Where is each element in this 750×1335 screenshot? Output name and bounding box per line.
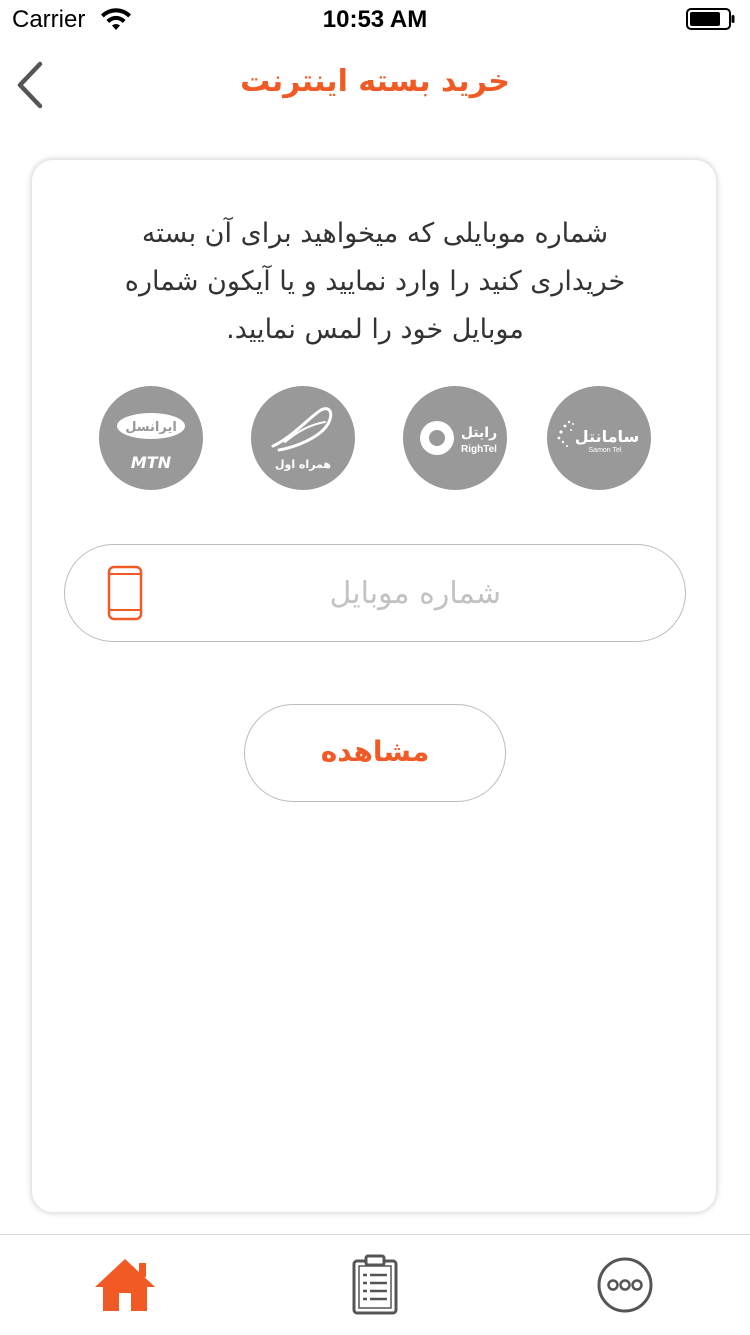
status-bar: Carrier 10:53 AM xyxy=(0,0,750,40)
svg-text:رایتل: رایتل xyxy=(461,425,497,441)
navigation-bar: خرید بسته اینترنت xyxy=(0,40,750,130)
svg-text:همراه اول: همراه اول xyxy=(275,458,331,471)
battery-icon xyxy=(686,8,736,30)
instruction-text: شماره موبایلی که میخواهید برای آن بسته خ… xyxy=(124,218,626,345)
more-dots-icon xyxy=(597,1257,653,1313)
view-button[interactable]: مشاهده xyxy=(244,704,506,802)
tab-more[interactable] xyxy=(593,1253,657,1317)
tab-home[interactable] xyxy=(93,1253,157,1317)
clipboard-list-icon xyxy=(352,1254,398,1315)
operator-irancell-button[interactable]: ایرانسل MTN xyxy=(99,386,203,490)
tab-orders[interactable] xyxy=(343,1253,407,1317)
svg-text:RighTel: RighTel xyxy=(461,444,497,455)
samantel-logo-icon: سامانتل Samon Tel xyxy=(557,420,639,454)
mobile-number-field[interactable] xyxy=(64,544,686,642)
page-title: خرید بسته اینترنت xyxy=(240,64,510,99)
home-icon xyxy=(95,1259,155,1311)
bottom-tab-bar xyxy=(0,1234,750,1335)
svg-text:ایرانسل: ایرانسل xyxy=(125,420,177,435)
rightel-logo-icon: رایتل RighTel xyxy=(420,421,497,455)
package-purchase-card: شماره موبایلی که میخواهید برای آن بسته خ… xyxy=(31,159,717,1213)
clock-time: 10:53 AM xyxy=(322,6,428,33)
mobile-number-input[interactable] xyxy=(185,567,503,619)
svg-text:سامانتل: سامانتل xyxy=(575,427,639,446)
operator-rightel-button[interactable]: رایتل RighTel xyxy=(403,386,507,490)
svg-text:MTN: MTN xyxy=(131,453,172,472)
operator-hamrah-aval-button[interactable]: همراه اول xyxy=(251,386,355,490)
operator-list: ایرانسل MTN همراه اول رایتل RighTel ساما… xyxy=(32,386,718,492)
svg-text:Samon Tel: Samon Tel xyxy=(589,447,622,454)
mobile-phone-icon[interactable] xyxy=(107,565,143,621)
operator-samantel-button[interactable]: سامانتل Samon Tel xyxy=(547,386,651,490)
irancell-logo-icon: ایرانسل MTN xyxy=(117,413,185,472)
hamrah-aval-logo-icon: همراه اول xyxy=(271,407,333,471)
